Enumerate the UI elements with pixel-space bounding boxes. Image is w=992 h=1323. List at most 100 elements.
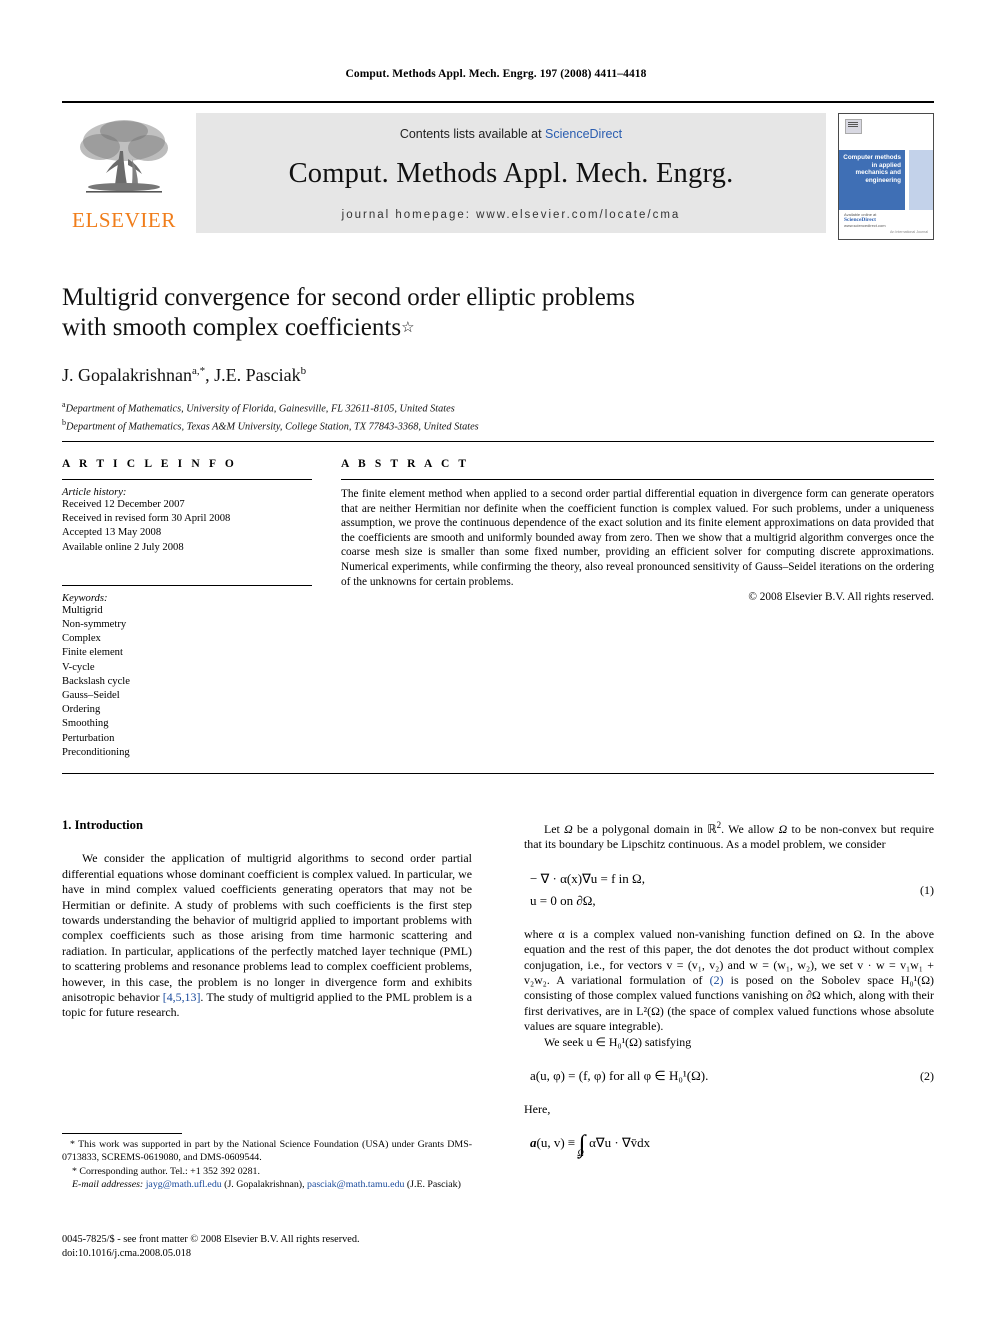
abstract-text: The finite element method when applied t… (341, 488, 934, 588)
keyword-item[interactable]: V-cycle (62, 661, 312, 675)
body-columns: 1. Introduction We consider the applicat… (62, 818, 934, 1158)
affiliations: aDepartment of Mathematics, University o… (62, 398, 934, 434)
keyword-item[interactable]: Ordering (62, 703, 312, 717)
citation-link[interactable]: [4,5,13] (163, 990, 201, 1004)
contents-prefix: Contents lists available at (399, 127, 546, 141)
email-footnote: E-mail addresses: jayg@math.ufl.edu (J. … (72, 1178, 461, 1190)
journal-cover-thumbnail[interactable]: Computer methods in applied mechanics an… (838, 113, 934, 240)
article-info-heading: A R T I C L E I N F O (62, 458, 237, 470)
abstract-column: A B S T R A C T The finite element metho… (341, 458, 934, 603)
title-footnote-marker[interactable]: ☆ (401, 320, 414, 336)
corresponding-author-text: Corresponding author. Tel.: +1 352 392 0… (79, 1166, 260, 1178)
equation-3-block: a(u, v) ≡ ∫Ω α∇u · ∇v̄dx (524, 1132, 934, 1164)
history-item: Available online 2 July 2008 (62, 541, 184, 553)
keyword-item[interactable]: Finite element (62, 646, 312, 660)
domain-paragraph: Let Ω be a polygonal domain in ℝ2. We al… (524, 818, 934, 853)
author-1[interactable]: J. Gopalakrishnan (62, 365, 192, 385)
imprint-block: 0045-7825/$ - see front matter © 2008 El… (62, 1233, 492, 1260)
email-label: E-mail addresses: (72, 1178, 144, 1190)
author-1-affiliation-marker[interactable]: a,* (192, 365, 205, 377)
journal-homepage[interactable]: journal homepage: www.elsevier.com/locat… (196, 209, 826, 221)
issn-copyright-line: 0045-7825/$ - see front matter © 2008 El… (62, 1234, 360, 1245)
journal-banner: Contents lists available at ScienceDirec… (196, 113, 826, 233)
article-history-label: Article history: (62, 487, 127, 498)
history-item: Received in revised form 30 April 2008 (62, 513, 231, 525)
email-owner-2: (J.E. Pasciak) (406, 1178, 461, 1190)
journal-title: Comput. Methods Appl. Mech. Engrg. (288, 158, 734, 189)
equation-1-block: − ∇ · α(x)∇u = f in Ω, u = 0 on ∂Ω, (1) (524, 868, 934, 912)
symbol-omega-2: Ω (778, 822, 788, 836)
footnotes-block: * This work was supported in part by the… (62, 1139, 472, 1191)
affiliation-b-text: Department of Mathematics, Texas A&M Uni… (66, 421, 479, 433)
title-line-1: Multigrid convergence for second order e… (62, 284, 635, 311)
cover-logo-icon (845, 119, 862, 134)
keyword-item[interactable]: Backslash cycle (62, 675, 312, 689)
elsevier-wordmark: ELSEVIER (72, 208, 176, 232)
equation-2-body: a(u, φ) = (f, φ) for all φ ∈ H₀¹(Ω). (530, 1068, 709, 1084)
divider-above-abstract (62, 441, 934, 442)
keywords-list: Multigrid Non-symmetry Complex Finite el… (62, 604, 312, 760)
equation-2-block: a(u, φ) = (f, φ) for all φ ∈ H₀¹(Ω). (2) (524, 1065, 934, 1087)
domain-text-c: . We allow (721, 822, 779, 836)
abstract-hairline (341, 479, 934, 480)
email-link-2[interactable]: pasciak@math.tamu.edu (307, 1179, 404, 1190)
equation-1-number: (1) (920, 882, 934, 897)
cover-title: Computer methods in applied mechanics an… (839, 150, 905, 210)
contents-available-line: Contents lists available at ScienceDirec… (196, 113, 826, 141)
email-link-1[interactable]: jayg@math.ufl.edu (146, 1179, 222, 1190)
equation-cross-reference[interactable]: (2) (710, 973, 724, 987)
keyword-item[interactable]: Smoothing (62, 717, 312, 731)
symbol-omega: Ω (564, 822, 573, 836)
intro-text-part-1: We consider the application of multigrid… (62, 851, 472, 1005)
doi-line[interactable]: doi:10.1016/j.cma.2008.05.018 (62, 1247, 492, 1261)
keywords-hairline (62, 584, 312, 586)
affiliation-a: aDepartment of Mathematics, University o… (62, 398, 934, 416)
domain-text-a: Let (544, 822, 565, 836)
cover-footer: Available online at ScienceDirect www.sc… (844, 212, 928, 234)
running-head: Comput. Methods Appl. Mech. Engrg. 197 (… (345, 68, 647, 80)
elsevier-logo: ELSEVIER (62, 113, 186, 233)
author-2-affiliation-marker[interactable]: b (301, 365, 307, 377)
history-item: Received 12 December 2007 (62, 499, 185, 510)
funding-footnote: * This work was supported in part by the… (62, 1139, 472, 1164)
author-list: J. Gopalakrishnana,*, J.E. Pasciakb (62, 365, 934, 386)
divider-below-abstract (62, 773, 934, 774)
cover-url-text: www.sciencedirect.com (844, 223, 886, 228)
section-heading-introduction: 1. Introduction (62, 818, 143, 832)
author-separator: , J.E. Pasciak (205, 365, 301, 385)
keyword-item[interactable]: Non-symmetry (62, 618, 312, 632)
keyword-item[interactable]: Preconditioning (62, 746, 312, 760)
article-history-list: Received 12 December 2007 Received in re… (62, 498, 312, 555)
corresponding-author-footnote: * Corresponding author. Tel.: +1 352 392… (62, 1166, 472, 1179)
corresponding-author-marker: * (72, 1166, 77, 1178)
equation-1-line-1: − ∇ · α(x)∇u = f in Ω, (530, 870, 645, 886)
title-block: Multigrid convergence for second order e… (62, 283, 934, 434)
abstract-copyright: © 2008 Elsevier B.V. All rights reserved… (748, 591, 934, 604)
body-left-column: 1. Introduction We consider the applicat… (62, 818, 472, 1021)
journal-masthead: ELSEVIER Contents lists available at Sci… (62, 101, 934, 240)
cover-footer-right-text: An International Journal (890, 230, 928, 234)
abstract-heading: A B S T R A C T (341, 458, 470, 470)
page-title: Multigrid convergence for second order e… (62, 283, 934, 343)
article-info-hairline (62, 479, 312, 480)
bilinear-form-symbol: a (530, 1135, 537, 1151)
history-item: Accepted 13 May 2008 (62, 527, 162, 539)
body-right-column: Let Ω be a polygonal domain in ℝ2. We al… (524, 818, 934, 1179)
symbol-real-plane: ℝ2 (707, 820, 722, 836)
funding-footnote-marker: * (70, 1139, 75, 1150)
keyword-item[interactable]: Complex (62, 632, 312, 646)
equation-1-body: − ∇ · α(x)∇u = f in Ω, u = 0 on ∂Ω, (524, 868, 934, 912)
cover-accent-block (909, 150, 933, 210)
keyword-item[interactable]: Gauss–Seidel (62, 689, 312, 703)
title-line-2: with smooth complex coefficients (62, 314, 402, 341)
article-info-column: A R T I C L E I N F O Article history: R… (62, 458, 312, 760)
seek-paragraph: We seek u ∈ H₀¹(Ω) satisfying (544, 1034, 692, 1049)
funding-footnote-text: This work was supported in part by the N… (62, 1139, 472, 1163)
paper-page: Comput. Methods Appl. Mech. Engrg. 197 (… (0, 0, 992, 1323)
domain-text-b: be a polygonal domain in (572, 822, 708, 836)
alpha-paragraph: where α is a complex valued non-vanishin… (524, 927, 934, 1035)
keyword-item[interactable]: Multigrid (62, 604, 312, 618)
sciencedirect-link[interactable]: ScienceDirect (545, 127, 622, 141)
keyword-item[interactable]: Perturbation (62, 732, 312, 746)
equation-2-number: (2) (920, 1069, 934, 1084)
